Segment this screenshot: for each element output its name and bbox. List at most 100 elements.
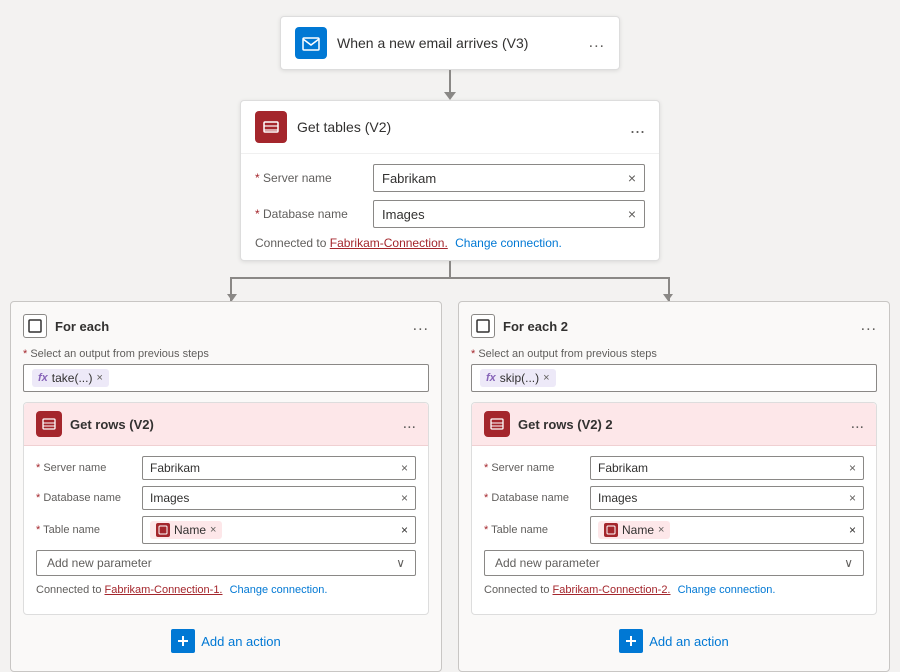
foreach-1-tag-input[interactable]: fx take(...) × — [23, 364, 429, 392]
trigger-title: When a new email arrives (V3) — [337, 35, 579, 51]
gr2-connection-info: Connected to Fabrikam-Connection-2. Chan… — [484, 584, 864, 596]
gr2-table-tag-close[interactable]: × — [658, 524, 664, 536]
foreach-1-tag-close[interactable]: × — [96, 372, 102, 384]
foreach-1-more-btn[interactable]: ... — [413, 318, 429, 334]
server-name-clear[interactable]: × — [628, 170, 636, 186]
horiz-line — [230, 277, 670, 279]
change-connection-link[interactable]: Change connection. — [455, 236, 562, 250]
foreach-2-inner-card: Get rows (V2) 2 ... Server name Fabrikam… — [471, 402, 877, 615]
db-icon — [261, 117, 281, 137]
gr2-db-input[interactable]: Images × — [590, 486, 864, 510]
foreach-2-more-btn[interactable]: ... — [861, 318, 877, 334]
gr1-server-row: Server name Fabrikam × — [36, 456, 416, 480]
foreach-2-title: For each 2 — [503, 319, 853, 334]
gr1-db-label: Database name — [36, 492, 136, 504]
gr2-table-input[interactable]: Name × × — [590, 516, 864, 544]
gr1-db-clear[interactable]: × — [401, 491, 408, 505]
gr2-table-clear[interactable]: × — [849, 523, 856, 537]
get-tables-body: Server name Fabrikam × Database name Ima… — [241, 154, 659, 260]
foreach-1-title: For each — [55, 319, 405, 334]
get-tables-connection-info: Connected to Fabrikam-Connection. Change… — [255, 236, 645, 250]
gr1-table-value: Name — [174, 523, 206, 537]
get-rows-2-header: Get rows (V2) 2 ... — [472, 403, 876, 446]
get-tables-card: Get tables (V2) ... Server name Fabrikam… — [240, 100, 660, 261]
foreach-1-add-action-btn[interactable]: Add an action — [23, 623, 429, 659]
gr2-server-clear[interactable]: × — [849, 461, 856, 475]
gr2-conn-text: Connected to — [484, 584, 549, 596]
gr1-table-label: Table name — [36, 524, 136, 536]
gr1-server-label: Server name — [36, 462, 136, 474]
trigger-card: When a new email arrives (V3) ... — [280, 16, 620, 70]
get-rows-2-body: Server name Fabrikam × Database name Ima… — [472, 446, 876, 614]
connection-name-link[interactable]: Fabrikam-Connection. — [330, 236, 448, 250]
gr2-server-row: Server name Fabrikam × — [484, 456, 864, 480]
loop-icon-2 — [476, 319, 490, 333]
get-rows-2-more-btn[interactable]: ... — [851, 416, 864, 432]
gr2-change-conn[interactable]: Change connection. — [678, 584, 776, 596]
foreach-1-inner-card: Get rows (V2) ... Server name Fabrikam ×… — [23, 402, 429, 615]
gr2-db-value: Images — [598, 491, 637, 505]
foreach-1-add-action-label: Add an action — [201, 634, 281, 649]
gr2-table-value: Name — [622, 523, 654, 537]
loop-icon-1 — [28, 319, 42, 333]
gr2-add-param-btn[interactable]: Add new parameter ∨ — [484, 550, 864, 576]
branch-connector — [10, 261, 890, 301]
foreach-1-tag-text: take(...) — [52, 371, 93, 385]
get-rows-1-header: Get rows (V2) ... — [24, 403, 428, 446]
foreach-2-tag-text: skip(...) — [500, 371, 539, 385]
get-tables-more-btn[interactable]: ... — [630, 118, 645, 136]
gr1-server-input[interactable]: Fabrikam × — [142, 456, 416, 480]
gr2-db-clear[interactable]: × — [849, 491, 856, 505]
trigger-to-gettables-arrow — [444, 70, 456, 100]
foreach-1-container: For each ... Select an output from previ… — [10, 301, 442, 672]
gr1-table-tag-close[interactable]: × — [210, 524, 216, 536]
gr1-table-row: Table name Name × — [36, 516, 416, 544]
gr1-table-input[interactable]: Name × × — [142, 516, 416, 544]
gr1-table-clear[interactable]: × — [401, 523, 408, 537]
foreach-2-tag-close[interactable]: × — [543, 372, 549, 384]
fx-icon-1: fx — [38, 372, 48, 384]
add-action-icon-1 — [171, 629, 195, 653]
gr2-table-label: Table name — [484, 524, 584, 536]
database-name-value: Images — [382, 207, 425, 222]
gr2-conn-name[interactable]: Fabrikam-Connection-2. — [553, 584, 671, 596]
server-name-row: Server name Fabrikam × — [255, 164, 645, 192]
gr1-change-conn[interactable]: Change connection. — [230, 584, 328, 596]
gr1-db-input[interactable]: Images × — [142, 486, 416, 510]
gr1-server-clear[interactable]: × — [401, 461, 408, 475]
server-name-input[interactable]: Fabrikam × — [373, 164, 645, 192]
gr1-chevron-icon: ∨ — [396, 556, 405, 570]
foreach-2-add-action-btn[interactable]: Add an action — [471, 623, 877, 659]
gr2-chevron-icon: ∨ — [844, 556, 853, 570]
trigger-icon-box — [295, 27, 327, 59]
gr2-tag-icon — [604, 523, 618, 537]
right-branch-arrow — [663, 294, 673, 301]
db-tag-icon-2 — [606, 525, 616, 535]
gr1-db-row: Database name Images × — [36, 486, 416, 510]
get-tables-icon-box — [255, 111, 287, 143]
server-name-label: Server name — [255, 171, 365, 185]
gr1-server-value: Fabrikam — [150, 461, 200, 475]
gr2-server-input[interactable]: Fabrikam × — [590, 456, 864, 480]
trigger-more-btn[interactable]: ... — [589, 35, 605, 51]
get-rows-1-more-btn[interactable]: ... — [403, 416, 416, 432]
foreach-2-tag: fx skip(...) × — [480, 369, 556, 387]
database-name-input[interactable]: Images × — [373, 200, 645, 228]
gr1-add-param-label: Add new parameter — [47, 556, 152, 570]
foreach-2-container: For each 2 ... Select an output from pre… — [458, 301, 890, 672]
database-name-label: Database name — [255, 207, 365, 221]
db-tag-icon-1 — [158, 525, 168, 535]
get-rows-1-icon — [36, 411, 62, 437]
gr1-conn-name[interactable]: Fabrikam-Connection-1. — [105, 584, 223, 596]
fx-icon-2: fx — [486, 372, 496, 384]
gr2-server-label: Server name — [484, 462, 584, 474]
gr2-server-value: Fabrikam — [598, 461, 648, 475]
gr2-name-tag: Name × — [598, 521, 670, 539]
left-branch-arrow — [227, 294, 237, 301]
get-rows-2-icon — [484, 411, 510, 437]
foreach-2-tag-input[interactable]: fx skip(...) × — [471, 364, 877, 392]
foreach-2-icon — [471, 314, 495, 338]
gr1-add-param-btn[interactable]: Add new parameter ∨ — [36, 550, 416, 576]
foreach-1-tag: fx take(...) × — [32, 369, 109, 387]
database-name-clear[interactable]: × — [628, 206, 636, 222]
